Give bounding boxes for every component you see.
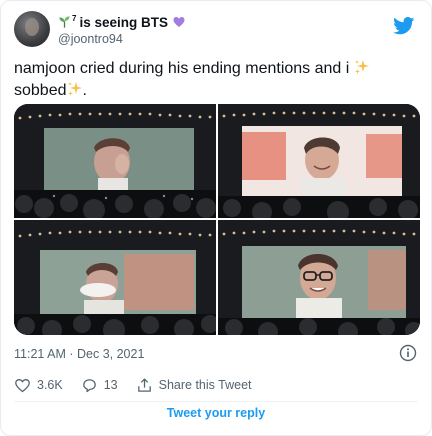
tweet-text-line2: sobbed: [14, 82, 67, 99]
sparkles-icon: [67, 82, 82, 96]
reply-count: 13: [103, 378, 118, 392]
concert-photo-image: [218, 220, 420, 335]
concert-photo-image: [14, 220, 216, 335]
like-button[interactable]: 3.6K: [14, 377, 63, 394]
tweet-your-reply-button[interactable]: Tweet your reply: [14, 406, 418, 420]
media-grid: [14, 104, 420, 335]
display-name-superscript: 7: [72, 14, 77, 23]
reply-bubble-icon: [82, 378, 96, 392]
like-count: 3.6K: [37, 378, 63, 392]
reply-button[interactable]: 13: [81, 377, 118, 394]
purple-heart-icon: [173, 17, 185, 27]
share-button[interactable]: Share this Tweet: [136, 377, 252, 394]
media-photo-3[interactable]: [14, 220, 216, 335]
heart-outline-icon: [15, 378, 30, 392]
sprout-icon: [59, 16, 70, 28]
share-icon: [137, 377, 151, 392]
sparkles-icon: [354, 60, 369, 74]
author-handle[interactable]: @joontro94: [58, 32, 185, 46]
media-photo-2[interactable]: [218, 104, 420, 218]
reply-bar: Tweet your reply: [14, 401, 418, 425]
share-label: Share this Tweet: [158, 378, 252, 392]
concert-photo-image: [14, 104, 216, 218]
display-name: is seeing BTS: [79, 14, 168, 30]
tweet-card: 7 is seeing BTS @joontro94 namjoon cried…: [0, 0, 432, 436]
concert-photo-image: [218, 104, 420, 218]
display-name-row[interactable]: 7 is seeing BTS: [58, 13, 185, 31]
tweet-actions: 3.6K 13 Share this Tweet: [14, 375, 270, 395]
tweet-timestamp[interactable]: 11:21 AM · Dec 3, 2021: [14, 347, 144, 361]
tweet-text-line1: namjoon cried during his ending mentions…: [14, 60, 350, 77]
media-photo-1[interactable]: [14, 104, 216, 218]
media-photo-4[interactable]: [218, 220, 420, 335]
twitter-bird-icon[interactable]: [393, 17, 415, 35]
info-icon[interactable]: [399, 344, 417, 362]
tweet-header: 7 is seeing BTS @joontro94: [14, 11, 421, 51]
author-names: 7 is seeing BTS @joontro94: [58, 13, 185, 46]
avatar[interactable]: [14, 11, 50, 47]
tweet-text: namjoon cried during his ending mentions…: [14, 58, 414, 102]
tweet-text-period: .: [82, 82, 87, 99]
